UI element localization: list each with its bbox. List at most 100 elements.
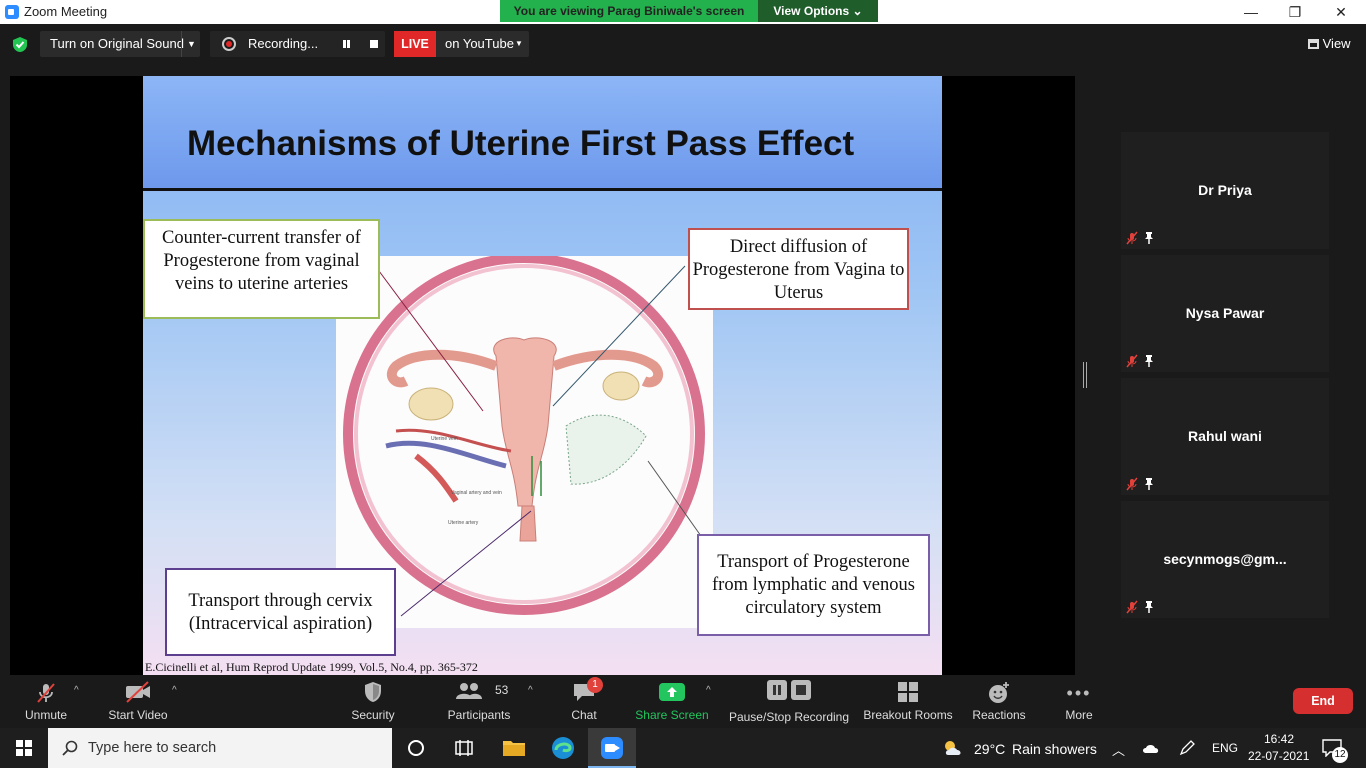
pen-icon[interactable] bbox=[1178, 739, 1196, 757]
pause-icon[interactable] bbox=[343, 40, 346, 48]
window-title: Zoom Meeting bbox=[24, 4, 108, 19]
participant-tile[interactable]: Rahul wani bbox=[1121, 378, 1329, 495]
pin-icon[interactable] bbox=[1143, 231, 1155, 245]
end-meeting-button[interactable]: End bbox=[1293, 688, 1353, 714]
participants-icon bbox=[456, 683, 483, 699]
participant-name: Dr Priya bbox=[1198, 182, 1252, 198]
participants-button[interactable]: 53 Participants bbox=[444, 675, 514, 728]
clock-date[interactable]: 22-07-2021 bbox=[1248, 749, 1309, 763]
participant-tile[interactable]: Nysa Pawar bbox=[1121, 255, 1329, 372]
participants-label: Participants bbox=[447, 708, 511, 722]
language-indicator[interactable]: ENG bbox=[1212, 741, 1238, 755]
taskbar-search[interactable]: Type here to search bbox=[48, 728, 392, 768]
participant-tile[interactable]: secynmogs@gm... bbox=[1121, 501, 1329, 618]
chat-label: Chat bbox=[571, 708, 597, 722]
search-icon bbox=[62, 740, 78, 756]
search-placeholder: Type here to search bbox=[88, 740, 217, 756]
smiley-plus-icon bbox=[989, 682, 1009, 703]
participant-tile[interactable]: Dr Priya bbox=[1121, 132, 1329, 249]
zoom-app-icon bbox=[5, 5, 19, 19]
maximize-icon[interactable]: ❐ bbox=[1280, 2, 1310, 22]
muted-mic-icon bbox=[1126, 477, 1138, 491]
weather-icon[interactable] bbox=[942, 738, 966, 758]
shield-icon bbox=[365, 682, 381, 702]
minimize-icon[interactable]: — bbox=[1236, 2, 1266, 22]
muted-mic-icon bbox=[1126, 231, 1138, 245]
pin-icon[interactable] bbox=[1143, 354, 1155, 368]
stop-icon bbox=[791, 680, 811, 700]
reactions-label: Reactions bbox=[972, 708, 1026, 722]
reactions-button[interactable]: Reactions bbox=[968, 675, 1030, 728]
grid-view-icon bbox=[1308, 39, 1319, 49]
breakout-rooms-icon bbox=[898, 682, 918, 702]
view-button[interactable]: View bbox=[1308, 36, 1351, 51]
zoom-app-icon bbox=[601, 737, 623, 759]
muted-mic-icon bbox=[1126, 354, 1138, 368]
pin-icon[interactable] bbox=[1143, 477, 1155, 491]
presentation-slide: Mechanisms of Uterine First Pass Effect … bbox=[143, 76, 942, 675]
more-button[interactable]: ••• More bbox=[1056, 675, 1102, 728]
viewing-banner: You are viewing Parag Biniwale's screen … bbox=[500, 0, 878, 22]
pause-stop-recording-button[interactable]: Pause/Stop Recording bbox=[728, 675, 850, 728]
cortana-icon[interactable] bbox=[408, 740, 424, 756]
onedrive-cloud-icon[interactable] bbox=[1142, 741, 1160, 755]
zoom-taskbar-item[interactable] bbox=[588, 728, 636, 768]
chevron-up-icon[interactable]: ︿ bbox=[1112, 740, 1125, 759]
caret-up-icon[interactable]: ^ bbox=[528, 685, 533, 696]
breakout-rooms-label: Breakout Rooms bbox=[863, 708, 953, 722]
chevron-down-icon: ⌄ bbox=[852, 4, 863, 18]
caret-down-icon[interactable]: ▼ bbox=[187, 31, 196, 57]
original-sound-label: Turn on Original Sound bbox=[50, 36, 184, 51]
meeting-controls: Unmute ^ Start Video ^ Security 53 Parti… bbox=[0, 675, 1366, 728]
close-icon[interactable]: ✕ bbox=[1326, 2, 1356, 22]
stop-icon[interactable] bbox=[370, 40, 378, 48]
youtube-label: on YouTube bbox=[445, 36, 514, 51]
caret-down-icon: ▼ bbox=[515, 39, 523, 48]
task-view-icon[interactable] bbox=[455, 739, 473, 757]
participants-count: 53 bbox=[495, 683, 509, 697]
muted-mic-icon bbox=[37, 683, 55, 703]
more-label: More bbox=[1065, 708, 1093, 722]
caret-up-icon[interactable]: ^ bbox=[706, 685, 711, 696]
lymphatic-box: Transport of Progesterone from lymphatic… bbox=[697, 534, 930, 636]
start-video-button[interactable]: Start Video bbox=[104, 675, 172, 728]
share-screen-icon bbox=[659, 683, 685, 701]
recording-label: Recording... bbox=[248, 36, 319, 51]
pin-icon[interactable] bbox=[1143, 600, 1155, 614]
start-video-label: Start Video bbox=[108, 708, 168, 722]
security-button[interactable]: Security bbox=[344, 675, 402, 728]
view-label: View bbox=[1322, 36, 1351, 51]
chat-button[interactable]: 1 Chat bbox=[562, 675, 606, 728]
live-youtube-button[interactable]: LIVE on YouTube ▼ bbox=[394, 31, 529, 57]
original-sound-button[interactable]: Turn on Original Sound ▼ bbox=[40, 31, 200, 57]
chat-badge: 1 bbox=[587, 677, 603, 693]
weather-condition: Rain showers bbox=[1012, 741, 1097, 757]
edge-browser-icon[interactable] bbox=[551, 736, 575, 760]
caret-up-icon[interactable]: ^ bbox=[172, 685, 177, 696]
title-bar: Zoom Meeting You are viewing Parag Biniw… bbox=[0, 0, 1366, 24]
weather-temperature: 29°C bbox=[974, 741, 1006, 757]
share-screen-label: Share Screen bbox=[635, 708, 709, 722]
view-options-label: View Options bbox=[773, 4, 850, 18]
clock-time[interactable]: 16:42 bbox=[1264, 732, 1294, 746]
live-badge: LIVE bbox=[394, 31, 436, 57]
breakout-rooms-button[interactable]: Breakout Rooms bbox=[862, 675, 954, 728]
unmute-button[interactable]: Unmute bbox=[14, 675, 78, 728]
caret-up-icon[interactable]: ^ bbox=[74, 685, 79, 696]
panel-resize-handle[interactable] bbox=[1083, 362, 1087, 388]
video-off-icon bbox=[126, 681, 150, 703]
counter-current-box: Counter-current transfer of Progesterone… bbox=[143, 219, 380, 319]
participant-name: Rahul wani bbox=[1188, 428, 1262, 444]
file-explorer-icon[interactable] bbox=[502, 738, 526, 758]
view-options-button[interactable]: View Options ⌄ bbox=[758, 0, 878, 22]
share-screen-button[interactable]: Share Screen bbox=[634, 675, 710, 728]
more-dots-icon: ••• bbox=[1066, 683, 1092, 703]
muted-mic-icon bbox=[1126, 600, 1138, 614]
windows-start-icon[interactable] bbox=[16, 740, 32, 756]
direct-diffusion-box: Direct diffusion of Progesterone from Va… bbox=[688, 228, 909, 310]
slide-reference: E.Cicinelli et al, Hum Reprod Update 199… bbox=[145, 660, 478, 674]
shield-check-icon[interactable] bbox=[12, 36, 28, 53]
unmute-label: Unmute bbox=[24, 708, 68, 722]
participant-name: Nysa Pawar bbox=[1185, 305, 1265, 321]
record-icon bbox=[222, 37, 236, 51]
